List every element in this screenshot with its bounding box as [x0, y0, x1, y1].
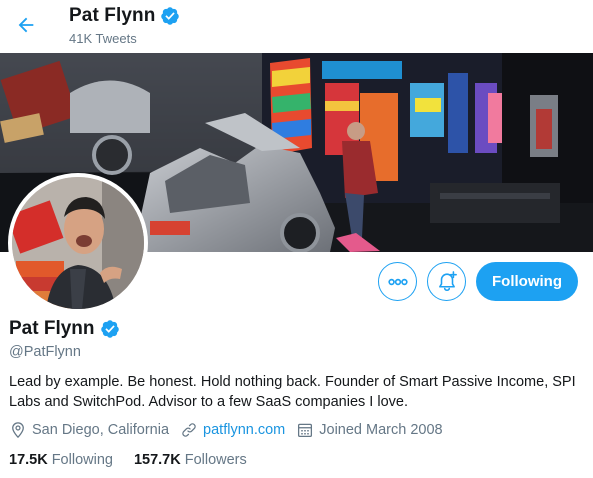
- profile-meta: San Diego, California patflynn.com Joine…: [9, 421, 454, 439]
- header-name-row: Pat Flynn: [69, 5, 180, 27]
- location-pin-icon: [12, 422, 24, 439]
- verified-badge-icon: [100, 320, 119, 338]
- followers-label: Followers: [184, 452, 247, 468]
- calendar-icon: [298, 423, 313, 438]
- joined-item: Joined March 2008: [296, 421, 443, 439]
- followers-stat[interactable]: 157.7K Followers: [134, 452, 247, 468]
- website-item: patflynn.com: [180, 421, 285, 439]
- following-stat[interactable]: 17.5K Following: [9, 452, 113, 468]
- profile-handle: @PatFlynn: [9, 344, 81, 360]
- header-name: Pat Flynn: [69, 5, 156, 26]
- profile-stats: 17.5K Following 157.7K Followers: [9, 452, 268, 468]
- header-tweet-count: 41K Tweets: [69, 31, 137, 46]
- profile-header: Pat Flynn 41K Tweets: [0, 0, 593, 53]
- location-text: San Diego, California: [32, 422, 170, 438]
- more-options-button[interactable]: [378, 262, 417, 301]
- following-button[interactable]: Following: [476, 262, 578, 301]
- link-icon: [182, 423, 196, 437]
- bell-plus-icon: [438, 270, 457, 291]
- website-link[interactable]: patflynn.com: [203, 422, 285, 438]
- profile-name: Pat Flynn: [9, 318, 95, 339]
- following-count: 17.5K: [9, 452, 48, 468]
- avatar-photo: [12, 177, 144, 309]
- profile-avatar[interactable]: [8, 173, 148, 313]
- profile-name-row: Pat Flynn: [9, 318, 120, 340]
- joined-text: Joined March 2008: [319, 422, 443, 438]
- notifications-button[interactable]: [427, 262, 466, 301]
- back-button[interactable]: [10, 9, 42, 41]
- arrow-left-icon: [18, 17, 34, 33]
- more-icon: [387, 278, 408, 285]
- location-item: San Diego, California: [9, 421, 169, 439]
- followers-count: 157.7K: [133, 452, 181, 468]
- profile-bio: Lead by example. Be honest. Hold nothing…: [9, 374, 576, 410]
- following-label: Following: [51, 452, 113, 468]
- verified-badge-icon: [161, 7, 180, 25]
